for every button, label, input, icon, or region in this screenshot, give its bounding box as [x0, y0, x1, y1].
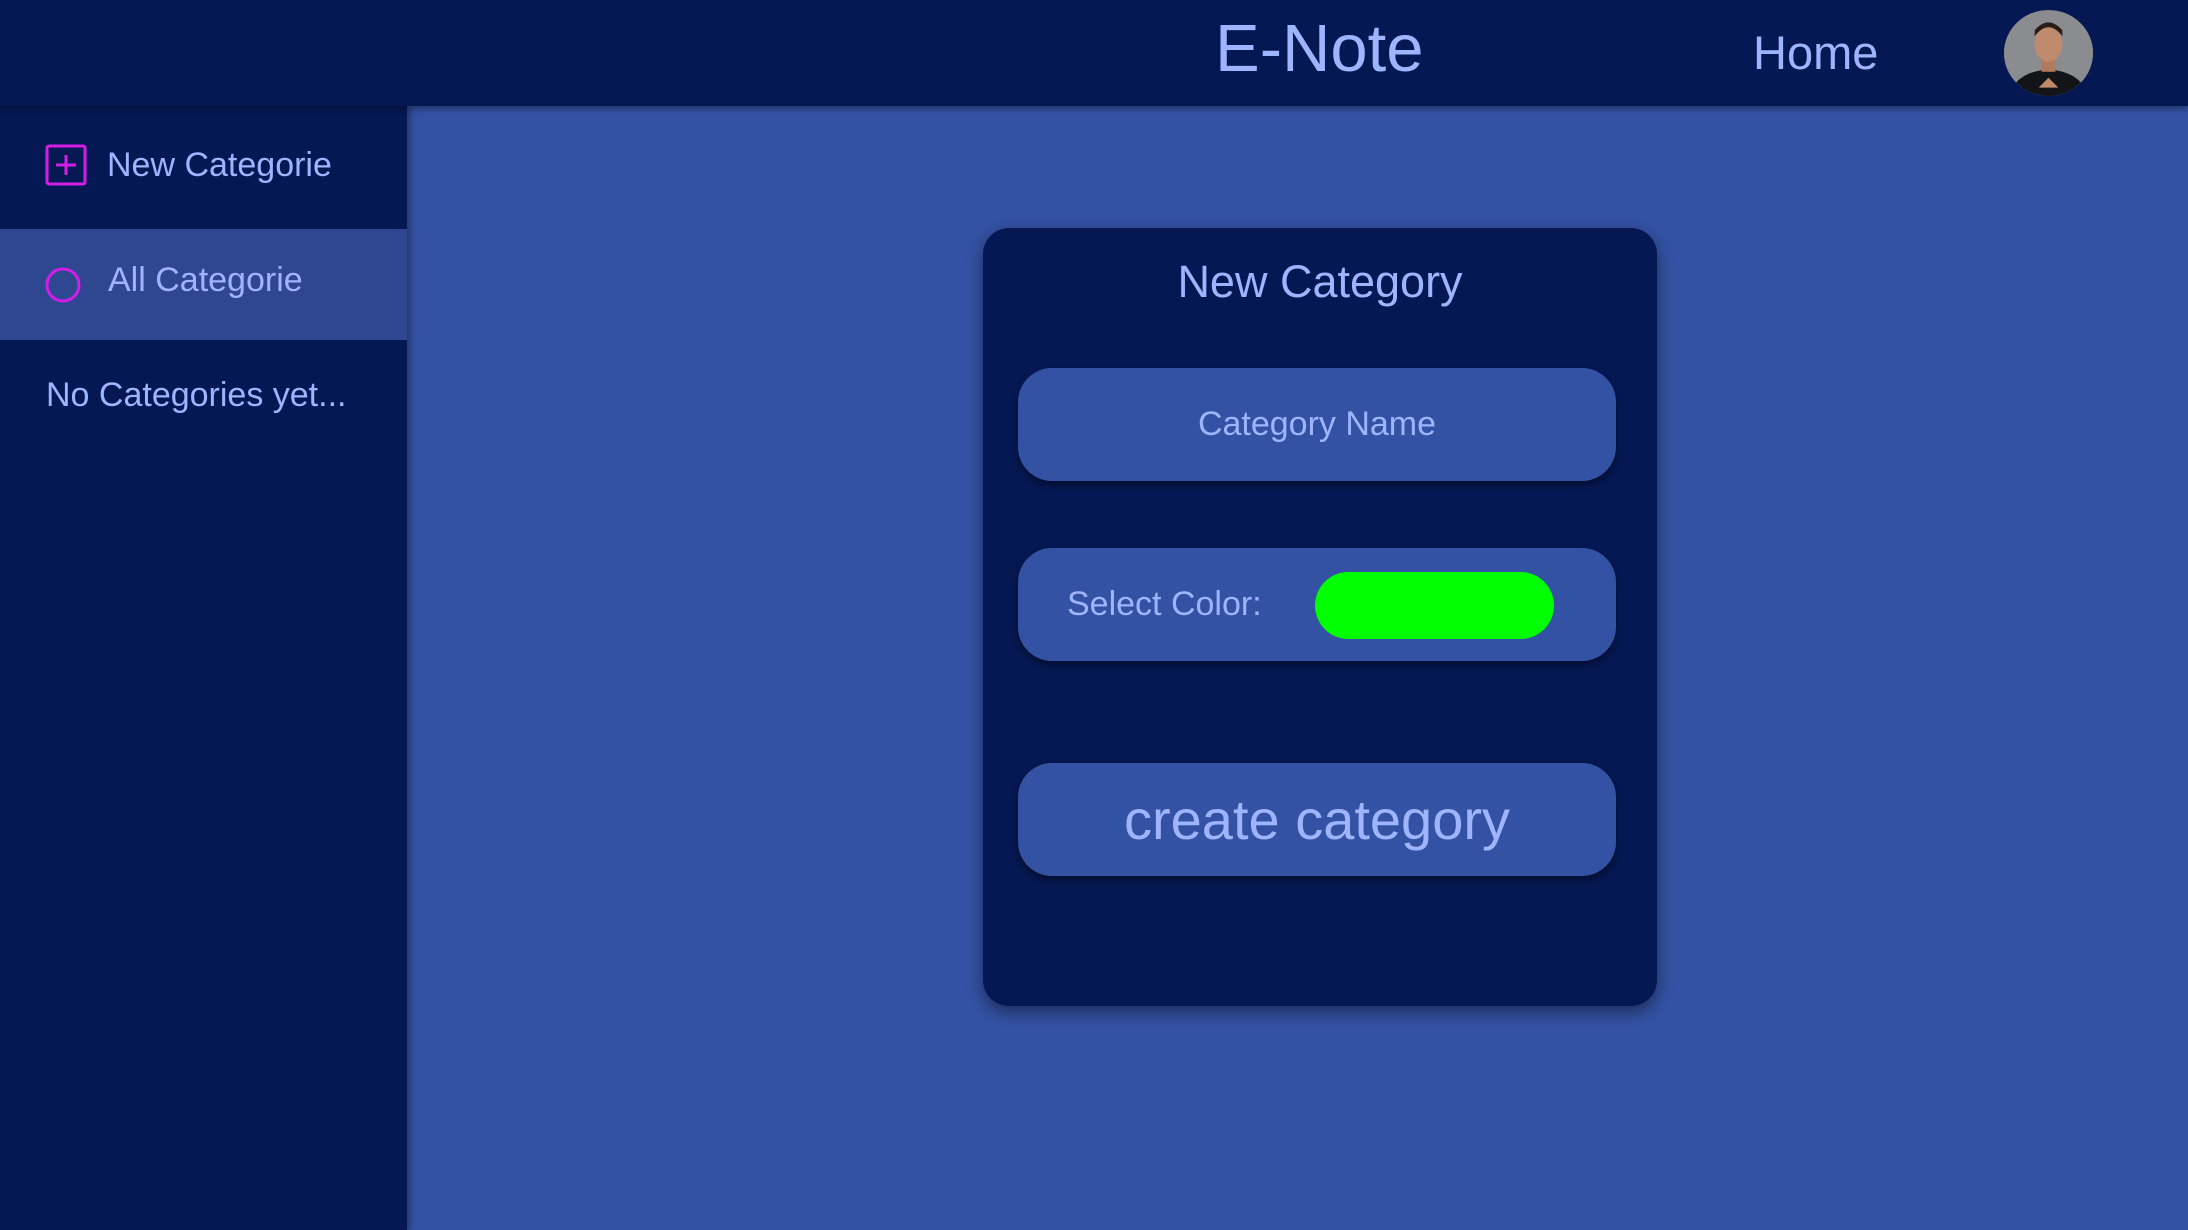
user-avatar[interactable]	[2004, 10, 2093, 96]
sidebar-item-label: New Categorie	[107, 146, 332, 184]
category-name-input[interactable]	[1018, 368, 1616, 481]
app-title: E-Note	[1215, 11, 1424, 86]
select-color-label: Select Color:	[1067, 585, 1262, 623]
home-link[interactable]: Home	[1753, 25, 1878, 80]
card-title: New Category	[1177, 256, 1463, 307]
create-category-button[interactable]: create category	[1018, 763, 1616, 876]
new-category-card: New Category Select Color: create catego…	[983, 228, 1657, 1006]
sidebar-item-label: All Categorie	[108, 261, 303, 299]
empty-categories-message: No Categories yet...	[46, 376, 347, 414]
color-picker-swatch[interactable]	[1315, 572, 1554, 639]
avatar-icon	[2004, 10, 2093, 96]
sidebar-item-new-categorie[interactable]: New Categorie	[0, 106, 407, 217]
plus-square-icon	[45, 144, 87, 191]
sidebar-item-all-categorie[interactable]: All Categorie	[0, 229, 407, 340]
top-bar: E-Note Home	[0, 0, 2188, 106]
circle-icon	[44, 266, 82, 309]
sidebar: New Categorie All Categorie No Categorie…	[0, 106, 407, 1230]
color-selector-row: Select Color:	[1018, 548, 1616, 661]
